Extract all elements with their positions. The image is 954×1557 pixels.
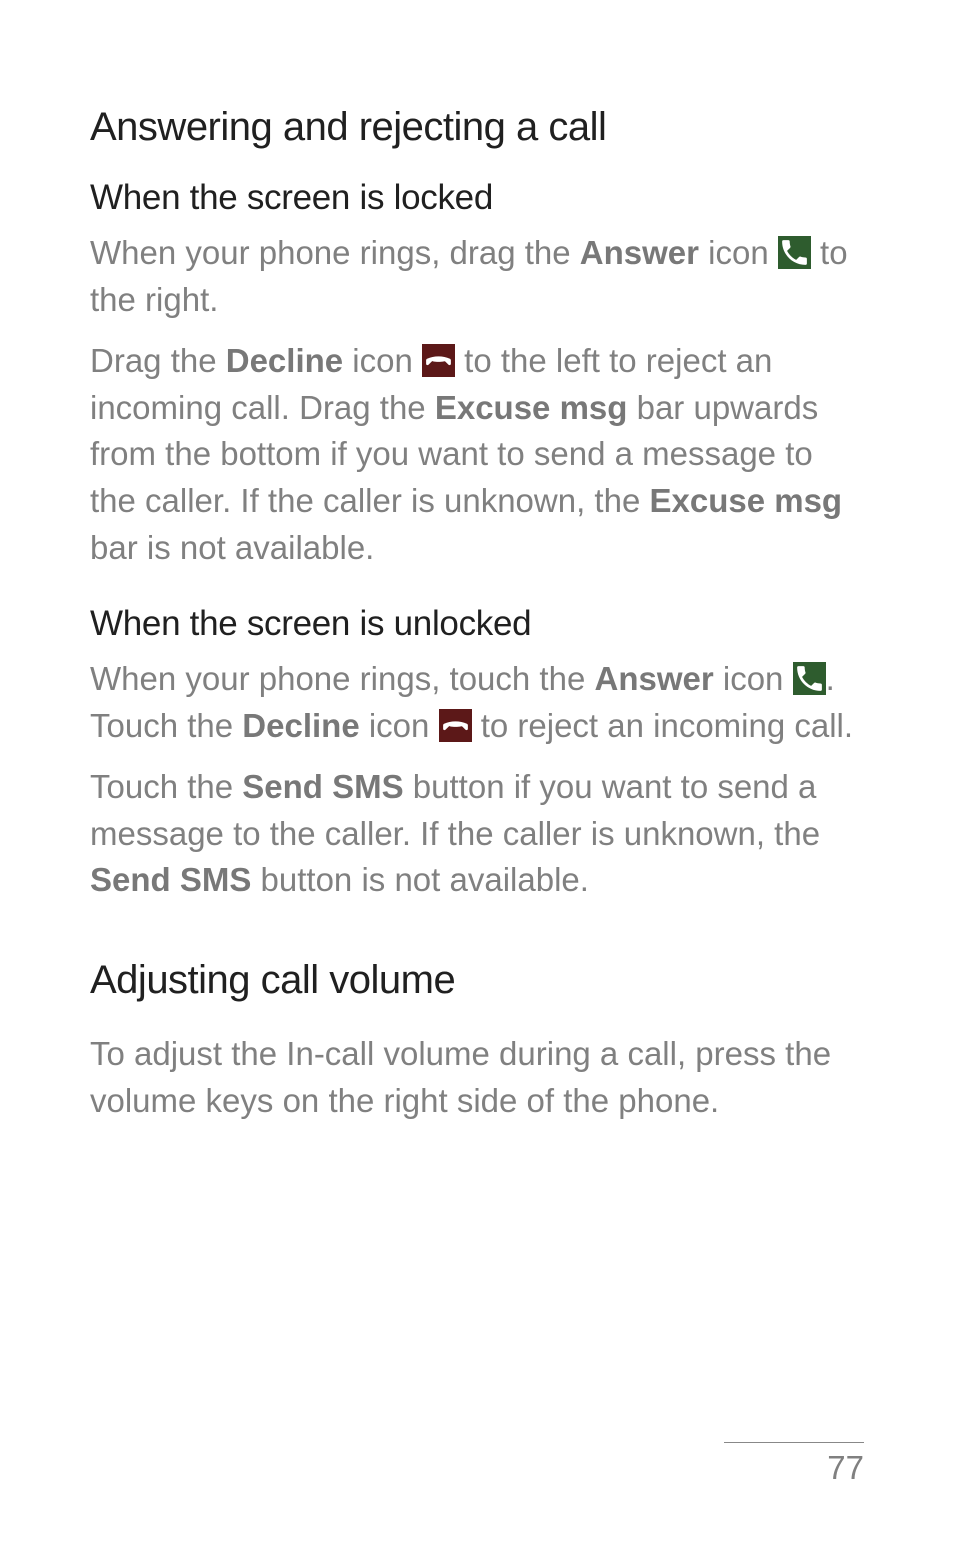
heading-adjusting-volume: Adjusting call volume: [90, 958, 864, 1003]
heading-answering-rejecting: Answering and rejecting a call: [90, 105, 864, 150]
text: icon: [699, 234, 778, 271]
text: to reject an incoming call.: [472, 707, 854, 744]
text: icon: [360, 707, 439, 744]
paragraph-volume: To adjust the In-call volume during a ca…: [90, 1031, 864, 1125]
text: When your phone rings, touch the: [90, 660, 594, 697]
paragraph-locked-answer: When your phone rings, drag the Answer i…: [90, 230, 864, 324]
footer-divider: [724, 1442, 864, 1443]
decline-icon: [439, 709, 472, 742]
bold-excuse-msg-1: Excuse msg: [435, 389, 628, 426]
answer-icon: [778, 236, 811, 269]
bold-answer-2: Answer: [594, 660, 713, 697]
page-footer: 77: [724, 1442, 864, 1487]
text: bar is not available.: [90, 529, 374, 566]
paragraph-locked-decline: Drag the Decline icon to the left to rej…: [90, 338, 864, 572]
text: Touch the: [90, 768, 242, 805]
text: When your phone rings, drag the: [90, 234, 580, 271]
bold-decline: Decline: [226, 342, 343, 379]
answer-icon: [793, 662, 826, 695]
text: button is not available.: [251, 861, 589, 898]
bold-send-sms-1: Send SMS: [242, 768, 403, 805]
subheading-screen-unlocked: When the screen is unlocked: [90, 604, 864, 644]
text: icon: [343, 342, 422, 379]
bold-decline-2: Decline: [242, 707, 359, 744]
text: Drag the: [90, 342, 226, 379]
page: Answering and rejecting a call When the …: [0, 0, 954, 1557]
decline-icon: [422, 344, 455, 377]
bold-send-sms-2: Send SMS: [90, 861, 251, 898]
bold-answer: Answer: [580, 234, 699, 271]
paragraph-unlocked-answer-decline: When your phone rings, touch the Answer …: [90, 656, 864, 750]
page-number: 77: [724, 1449, 864, 1487]
bold-excuse-msg-2: Excuse msg: [649, 482, 842, 519]
subheading-screen-locked: When the screen is locked: [90, 178, 864, 218]
text: icon: [714, 660, 793, 697]
paragraph-unlocked-send-sms: Touch the Send SMS button if you want to…: [90, 764, 864, 905]
